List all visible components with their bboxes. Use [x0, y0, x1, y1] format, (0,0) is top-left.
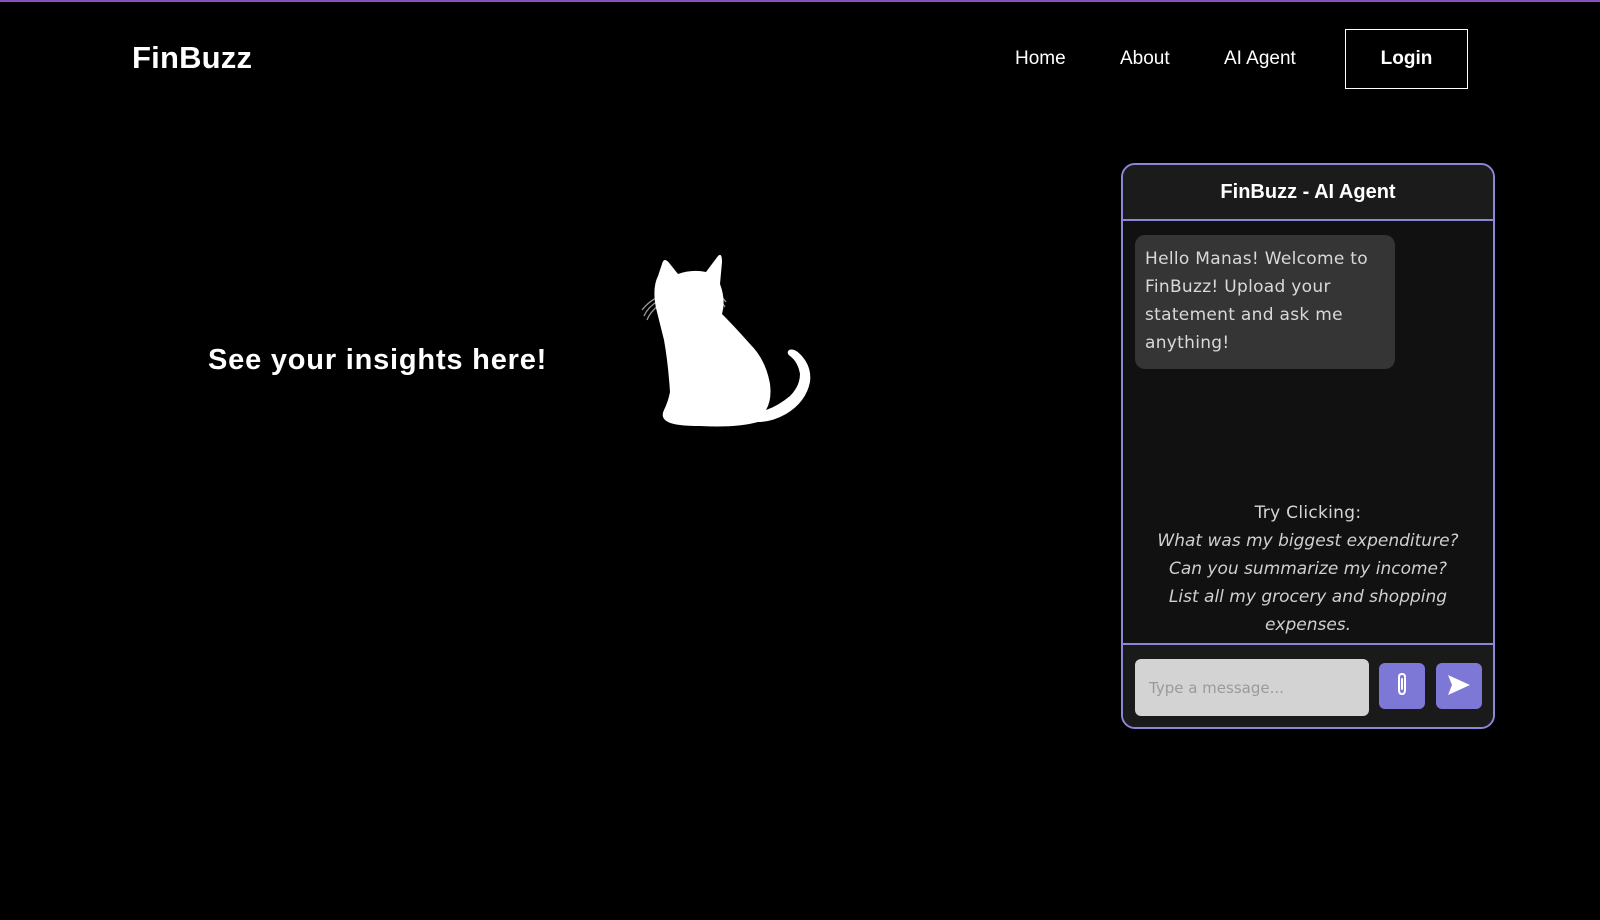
send-button[interactable]: [1436, 663, 1482, 709]
brand-logo[interactable]: FinBuzz: [132, 40, 252, 76]
chat-input-bar: [1123, 643, 1493, 727]
send-icon: [1446, 673, 1472, 700]
bot-welcome-message: Hello Manas! Welcome to FinBuzz! Upload …: [1135, 235, 1395, 369]
navbar: FinBuzz Home About AI Agent Login: [0, 0, 1600, 120]
chat-title: FinBuzz - AI Agent: [1123, 165, 1493, 221]
suggestion-biggest-expenditure[interactable]: What was my biggest expenditure?: [1133, 527, 1483, 555]
paperclip-icon: [1391, 672, 1413, 701]
nav-link-about[interactable]: About: [1120, 48, 1170, 70]
chat-messages[interactable]: Hello Manas! Welcome to FinBuzz! Upload …: [1123, 221, 1493, 647]
attach-button[interactable]: [1379, 663, 1425, 709]
page: FinBuzz Home About AI Agent Login See yo…: [0, 0, 1600, 920]
cat-silhouette-icon: [640, 252, 820, 437]
nav-link-ai-agent[interactable]: AI Agent: [1224, 48, 1296, 70]
nav-link-home[interactable]: Home: [1015, 48, 1066, 70]
hero-headline: See your insights here!: [208, 344, 548, 376]
login-button[interactable]: Login: [1345, 29, 1468, 89]
message-input[interactable]: [1135, 659, 1369, 716]
ai-agent-chat-panel: FinBuzz - AI Agent Hello Manas! Welcome …: [1121, 163, 1495, 729]
suggestions: Try Clicking: What was my biggest expend…: [1133, 499, 1483, 639]
suggestion-grocery-shopping[interactable]: List all my grocery and shopping expense…: [1133, 583, 1483, 639]
suggestions-heading: Try Clicking:: [1254, 503, 1362, 523]
suggestion-summarize-income[interactable]: Can you summarize my income?: [1133, 555, 1483, 583]
